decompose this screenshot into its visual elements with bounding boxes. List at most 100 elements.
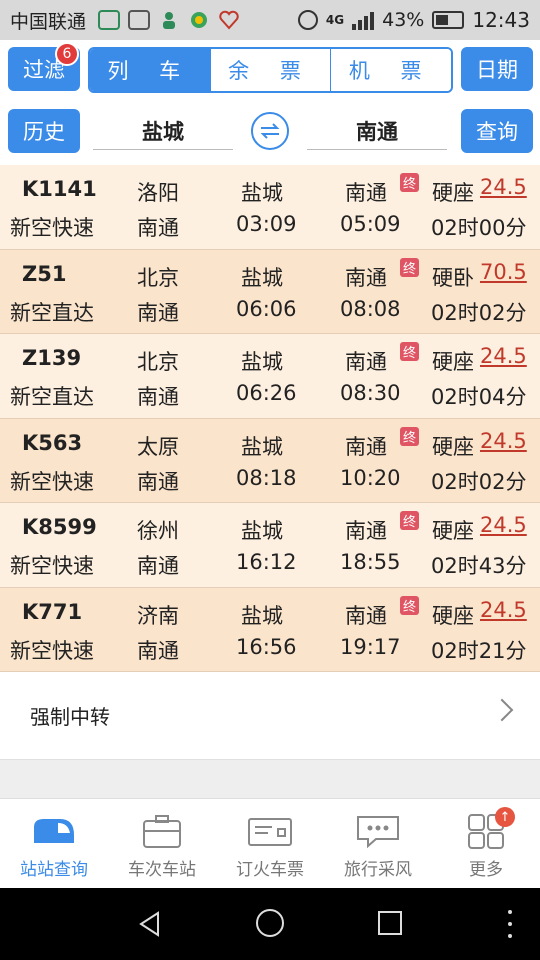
- status-bar: 中国联通 4G 43% 12:43: [0, 0, 540, 40]
- seat-type: 硬卧: [432, 265, 474, 290]
- travel-duration: 02时00分: [431, 216, 527, 240]
- train-row[interactable]: K771 新空快速 济南 南通 盐城 16:56 南通 终 19:17 硬座 2…: [0, 587, 540, 672]
- nav-book-ticket[interactable]: 订火车票: [216, 799, 324, 888]
- arrival-time: 10:20: [340, 465, 401, 490]
- train-row[interactable]: Z139 新空直达 北京 南通 盐城 06:26 南通 终 08:30 硬座 2…: [0, 334, 540, 419]
- search-header: 过滤 6 列 车 余 票 机 票 日期 历史 盐城 南通 查询: [0, 40, 540, 165]
- home-icon[interactable]: [256, 909, 284, 937]
- history-button[interactable]: 历史: [8, 109, 80, 153]
- train-origin: 北京: [137, 265, 179, 290]
- person-icon: [158, 10, 180, 30]
- arrival-station: 南通: [345, 603, 387, 628]
- swap-icon[interactable]: [251, 112, 289, 150]
- tab-trains[interactable]: 列 车: [90, 49, 210, 91]
- departure-time: 06:26: [236, 381, 297, 405]
- train-number: Z51: [22, 261, 67, 286]
- ticket-price[interactable]: 24.5: [480, 175, 527, 199]
- tab-remaining-tickets[interactable]: 余 票: [209, 49, 331, 91]
- travel-duration: 02时43分: [431, 554, 527, 578]
- train-type: 新空快速: [10, 554, 94, 578]
- forced-transfer-row[interactable]: 强制中转: [0, 672, 540, 760]
- from-station-field[interactable]: 盐城: [93, 112, 233, 150]
- train-row[interactable]: Z51 新空直达 北京 南通 盐城 06:06 南通 终 08:08 硬卧 70…: [0, 249, 540, 334]
- nav-more[interactable]: ↑ 更多: [432, 799, 540, 888]
- travel-duration: 02时02分: [431, 300, 527, 325]
- arrival-time: 19:17: [340, 634, 401, 659]
- carrier-name: 中国联通: [10, 10, 87, 33]
- travel-duration: 02时21分: [431, 638, 527, 663]
- train-type: 新空快速: [10, 216, 94, 240]
- terminal-icon: 终: [400, 426, 419, 446]
- signal-icon: [352, 10, 375, 30]
- chat-icon: [357, 816, 399, 849]
- seat-type: 硬座: [432, 603, 474, 628]
- arrival-time: 18:55: [340, 550, 401, 574]
- back-icon[interactable]: [136, 910, 164, 938]
- train-row[interactable]: K1141 新空快速 洛阳 南通 盐城 03:09 南通 终 05:09 硬座 …: [0, 165, 540, 250]
- departure-station: 盐城: [241, 181, 283, 205]
- train-number: Z139: [22, 346, 82, 370]
- train-type: 新空快速: [10, 469, 94, 494]
- departure-time: 08:18: [236, 465, 297, 490]
- train-row[interactable]: K8599 新空快速 徐州 南通 盐城 16:12 南通 终 18:55 硬座 …: [0, 503, 540, 588]
- gallery-icon: [128, 10, 151, 30]
- ticket-price[interactable]: 70.5: [480, 260, 527, 284]
- heart-icon: [218, 10, 240, 30]
- date-button[interactable]: 日期: [461, 47, 533, 91]
- nav-label: 站站查询: [20, 860, 88, 880]
- train-destination: 南通: [137, 300, 179, 325]
- query-button[interactable]: 查询: [461, 109, 533, 153]
- ticket-price[interactable]: 24.5: [480, 598, 527, 622]
- history-label: 历史: [23, 120, 65, 144]
- train-destination: 南通: [137, 638, 179, 663]
- train-origin: 洛阳: [137, 181, 179, 205]
- train-icon: [34, 819, 74, 843]
- mode-tabs: 列 车 余 票 机 票: [88, 47, 453, 93]
- train-list: K1141 新空快速 洛阳 南通 盐城 03:09 南通 终 05:09 硬座 …: [0, 165, 540, 672]
- departure-time: 16:56: [236, 634, 297, 659]
- more-options-icon[interactable]: [508, 910, 512, 938]
- departure-station: 盐城: [241, 519, 283, 543]
- nav-travel-notes[interactable]: 旅行采风: [324, 799, 432, 888]
- terminal-icon: 终: [400, 173, 419, 192]
- train-origin: 济南: [137, 603, 179, 628]
- nav-train-station[interactable]: 车次车站: [108, 799, 216, 888]
- date-label: 日期: [476, 58, 518, 82]
- train-destination: 南通: [137, 469, 179, 494]
- to-station-field[interactable]: 南通: [307, 112, 447, 150]
- clock-time: 12:43: [472, 8, 530, 32]
- ticket-price[interactable]: 24.5: [480, 344, 527, 368]
- train-number: K8599: [22, 515, 97, 539]
- ticket-price[interactable]: 24.5: [480, 513, 527, 537]
- terminal-icon: 终: [400, 342, 419, 361]
- terminal-icon: 终: [400, 595, 419, 615]
- filter-count-badge: 6: [55, 42, 79, 66]
- tab-flights[interactable]: 机 票: [330, 49, 451, 91]
- network-type: 4G: [325, 13, 345, 27]
- train-origin: 徐州: [137, 519, 179, 543]
- battery-icon: [432, 11, 465, 29]
- travel-duration: 02时02分: [431, 469, 527, 494]
- nav-label: 车次车站: [128, 860, 196, 880]
- train-destination: 南通: [137, 216, 179, 240]
- arrival-time: 08:30: [340, 381, 401, 405]
- recent-apps-icon[interactable]: [378, 911, 402, 935]
- arrival-station: 南通: [345, 350, 387, 374]
- train-type: 新空直达: [10, 385, 94, 409]
- travel-duration: 02时04分: [431, 385, 527, 409]
- departure-time: 06:06: [236, 296, 297, 321]
- train-row[interactable]: K563 新空快速 太原 南通 盐城 08:18 南通 终 10:20 硬座 2…: [0, 418, 540, 503]
- train-type: 新空直达: [10, 300, 94, 325]
- departure-station: 盐城: [241, 434, 283, 459]
- chevron-right-icon: [490, 698, 514, 722]
- train-destination: 南通: [137, 554, 179, 578]
- arrival-time: 05:09: [340, 212, 401, 236]
- ticket-price[interactable]: 24.5: [480, 429, 527, 453]
- nav-station-query[interactable]: 站站查询: [0, 799, 108, 888]
- train-number: K1141: [22, 177, 97, 201]
- departure-time: 16:12: [236, 550, 297, 574]
- arrival-time: 08:08: [340, 296, 401, 321]
- seat-type: 硬座: [432, 434, 474, 459]
- seat-type: 硬座: [432, 181, 474, 205]
- nav-label: 订火车票: [236, 860, 304, 880]
